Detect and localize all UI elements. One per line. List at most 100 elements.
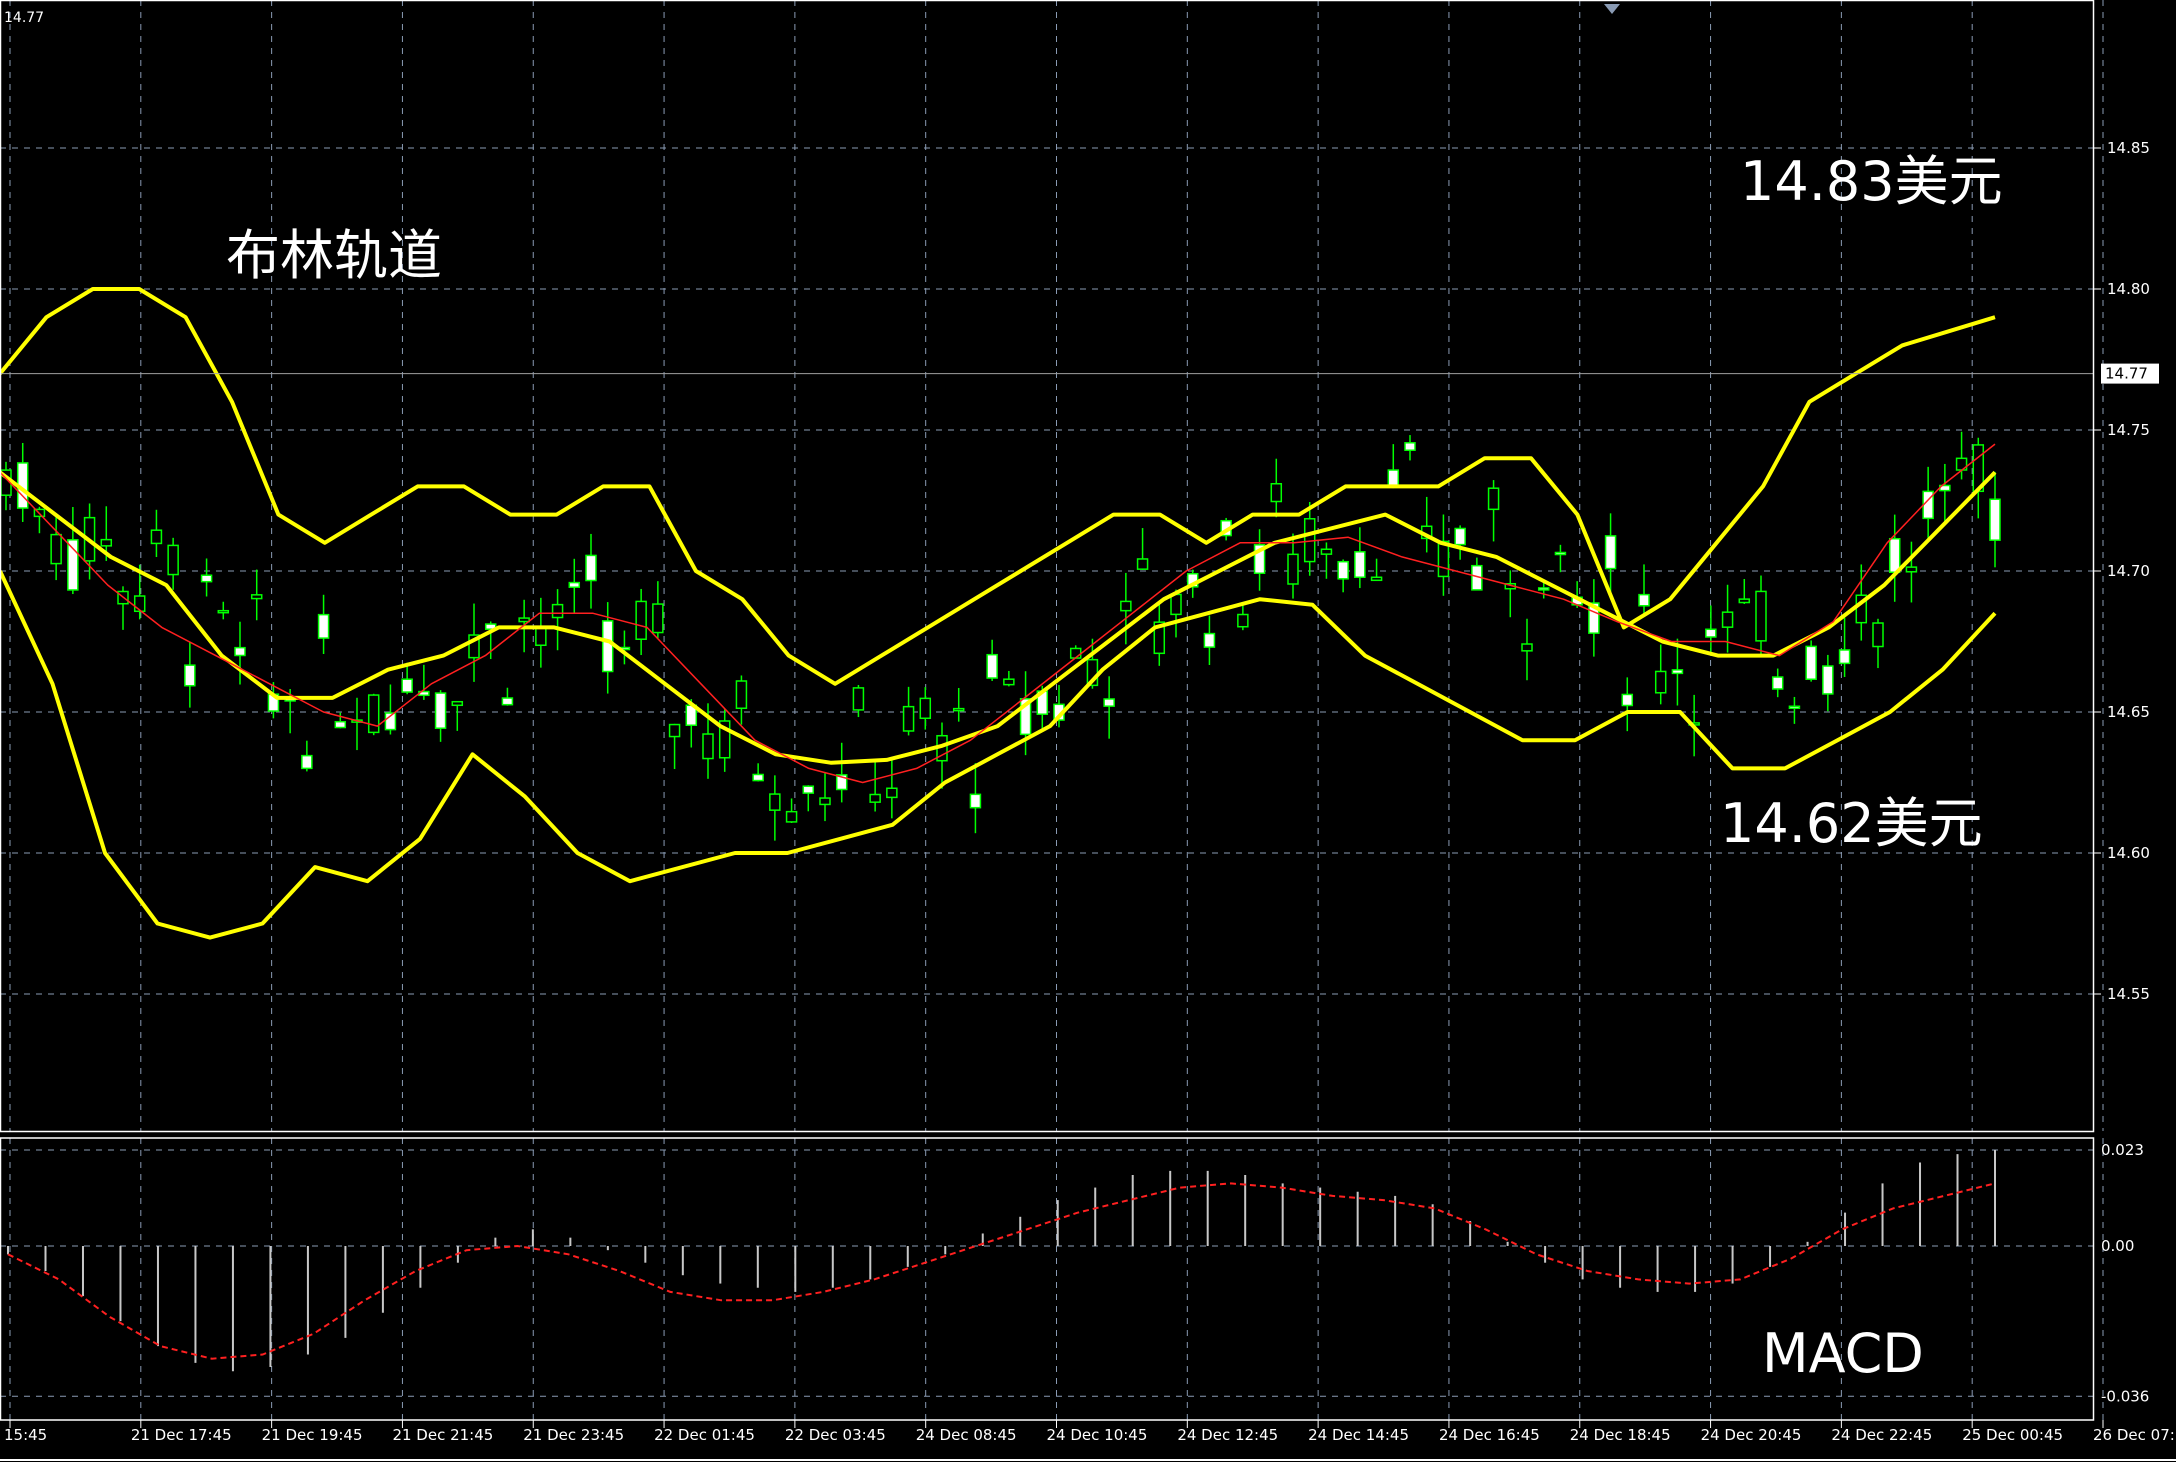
- price-tick-label: 14.75: [2107, 421, 2150, 439]
- candle-body: [1120, 600, 1132, 612]
- time-tick-label: 22 Dec 03:45: [785, 1426, 886, 1444]
- time-tick-label: 24 Dec 20:45: [1701, 1426, 1802, 1444]
- time-tick-label: 24 Dec 22:45: [1831, 1426, 1932, 1444]
- candle-body: [1003, 678, 1015, 686]
- price-tick-label: 14.60: [2107, 844, 2150, 862]
- candle-body: [1638, 593, 1650, 607]
- candle-body: [1487, 487, 1500, 511]
- candle-body: [501, 697, 514, 706]
- candle-body: [1354, 551, 1366, 578]
- upper-price-annotation: 14.83美元: [1740, 150, 2003, 213]
- candle-body: [1755, 590, 1767, 642]
- candle-body: [401, 678, 413, 693]
- time-tick-label: 21 Dec 23:45: [523, 1426, 624, 1444]
- candle-body: [1521, 643, 1533, 652]
- candle-body: [1805, 645, 1817, 680]
- candle-body: [752, 773, 764, 782]
- candle-body: [150, 529, 163, 545]
- candle-body: [1671, 669, 1684, 675]
- indicator-title: 布林轨道: [226, 224, 442, 287]
- price-tick-label: 14.85: [2107, 139, 2150, 157]
- candle-body: [902, 705, 915, 732]
- time-tick-label: 15:45: [4, 1426, 47, 1444]
- candle-body: [702, 733, 714, 760]
- top-left-price: 14.77: [4, 10, 44, 26]
- candle-body: [301, 754, 313, 770]
- candle-body: [50, 533, 62, 565]
- time-tick-label: 21 Dec 17:45: [131, 1426, 232, 1444]
- lower-price-annotation: 14.62美元: [1720, 792, 1983, 855]
- current-price-tag: 14.77: [2105, 365, 2148, 383]
- candle-body: [819, 797, 831, 806]
- candle-body: [317, 613, 330, 639]
- candle-body: [1203, 632, 1216, 648]
- candle-body: [635, 600, 647, 640]
- candle-body: [434, 692, 447, 729]
- bollinger-macd-chart: 14.85 14.80 14.75 14.70 14.65 14.60 14.55 14.77…: [0, 0, 2176, 1462]
- candle-body: [1621, 693, 1634, 707]
- candle-body: [1270, 483, 1283, 503]
- time-tick-label: 24 Dec 18:45: [1570, 1426, 1671, 1444]
- candle-body: [585, 554, 597, 582]
- candle-body: [1069, 647, 1082, 659]
- candle-body: [601, 620, 614, 673]
- candle-body: [334, 720, 347, 729]
- candle-body: [969, 793, 982, 809]
- candle-body: [1888, 537, 1901, 574]
- candle-body: [1337, 560, 1349, 580]
- candle-body: [1287, 553, 1299, 585]
- candle-body: [1320, 548, 1333, 555]
- candle-body: [518, 617, 530, 623]
- time-tick-label: 21 Dec 21:45: [392, 1426, 493, 1444]
- candle-body: [184, 664, 196, 687]
- time-tick-label: 26 Dec 07:15: [2093, 1426, 2176, 1444]
- candle-body: [735, 680, 748, 710]
- candle-body: [1454, 527, 1466, 546]
- candle-body: [1404, 442, 1416, 451]
- candle-body: [1103, 698, 1115, 707]
- time-tick-label: 24 Dec 10:45: [1047, 1426, 1148, 1444]
- candle-body: [1237, 613, 1249, 628]
- candle-body: [1788, 705, 1801, 710]
- time-tick-label: 24 Dec 14:45: [1308, 1426, 1409, 1444]
- candle-body: [1437, 540, 1450, 578]
- candle-body: [668, 723, 681, 738]
- candle-body: [1136, 558, 1149, 570]
- candle-body: [802, 785, 815, 794]
- candle-body: [886, 787, 898, 799]
- candle-body: [1872, 622, 1884, 648]
- candle-body: [1838, 649, 1851, 665]
- candle-body: [217, 609, 230, 614]
- candle-body: [1771, 676, 1784, 690]
- price-tick-label: 14.70: [2107, 562, 2150, 580]
- price-tick-label: 14.55: [2107, 985, 2150, 1003]
- candle-body: [551, 603, 564, 619]
- candle-body: [952, 707, 965, 712]
- candle-body: [234, 646, 246, 657]
- candle-body: [67, 539, 79, 591]
- candle-body: [652, 603, 664, 634]
- candle-body: [1654, 670, 1667, 694]
- candle-body: [1170, 593, 1182, 616]
- macd-tick-label: 0.023: [2101, 1141, 2144, 1159]
- candle-body: [769, 793, 781, 811]
- time-tick-label: 24 Dec 08:45: [916, 1426, 1017, 1444]
- time-tick-label: 22 Dec 01:45: [654, 1426, 755, 1444]
- candle-body: [200, 574, 213, 583]
- time-tick-label: 25 Dec 00:45: [1962, 1426, 2063, 1444]
- time-tick-label: 24 Dec 16:45: [1439, 1426, 1540, 1444]
- candle-body: [133, 595, 146, 613]
- candle-body: [250, 594, 263, 600]
- price-tick-label: 14.65: [2107, 703, 2150, 721]
- candle-body: [100, 538, 113, 547]
- candle-body: [568, 581, 581, 588]
- candle-body: [1905, 566, 1918, 573]
- time-tick-label: 24 Dec 12:45: [1177, 1426, 1278, 1444]
- candle-body: [1604, 535, 1617, 570]
- candle-body: [919, 697, 932, 720]
- macd-tick-label: -0.036: [2101, 1387, 2149, 1405]
- time-tick-label: 21 Dec 19:45: [262, 1426, 363, 1444]
- candle-body: [1989, 498, 2001, 541]
- macd-tick-label: 0.00: [2101, 1237, 2134, 1255]
- candle-body: [1721, 611, 1734, 628]
